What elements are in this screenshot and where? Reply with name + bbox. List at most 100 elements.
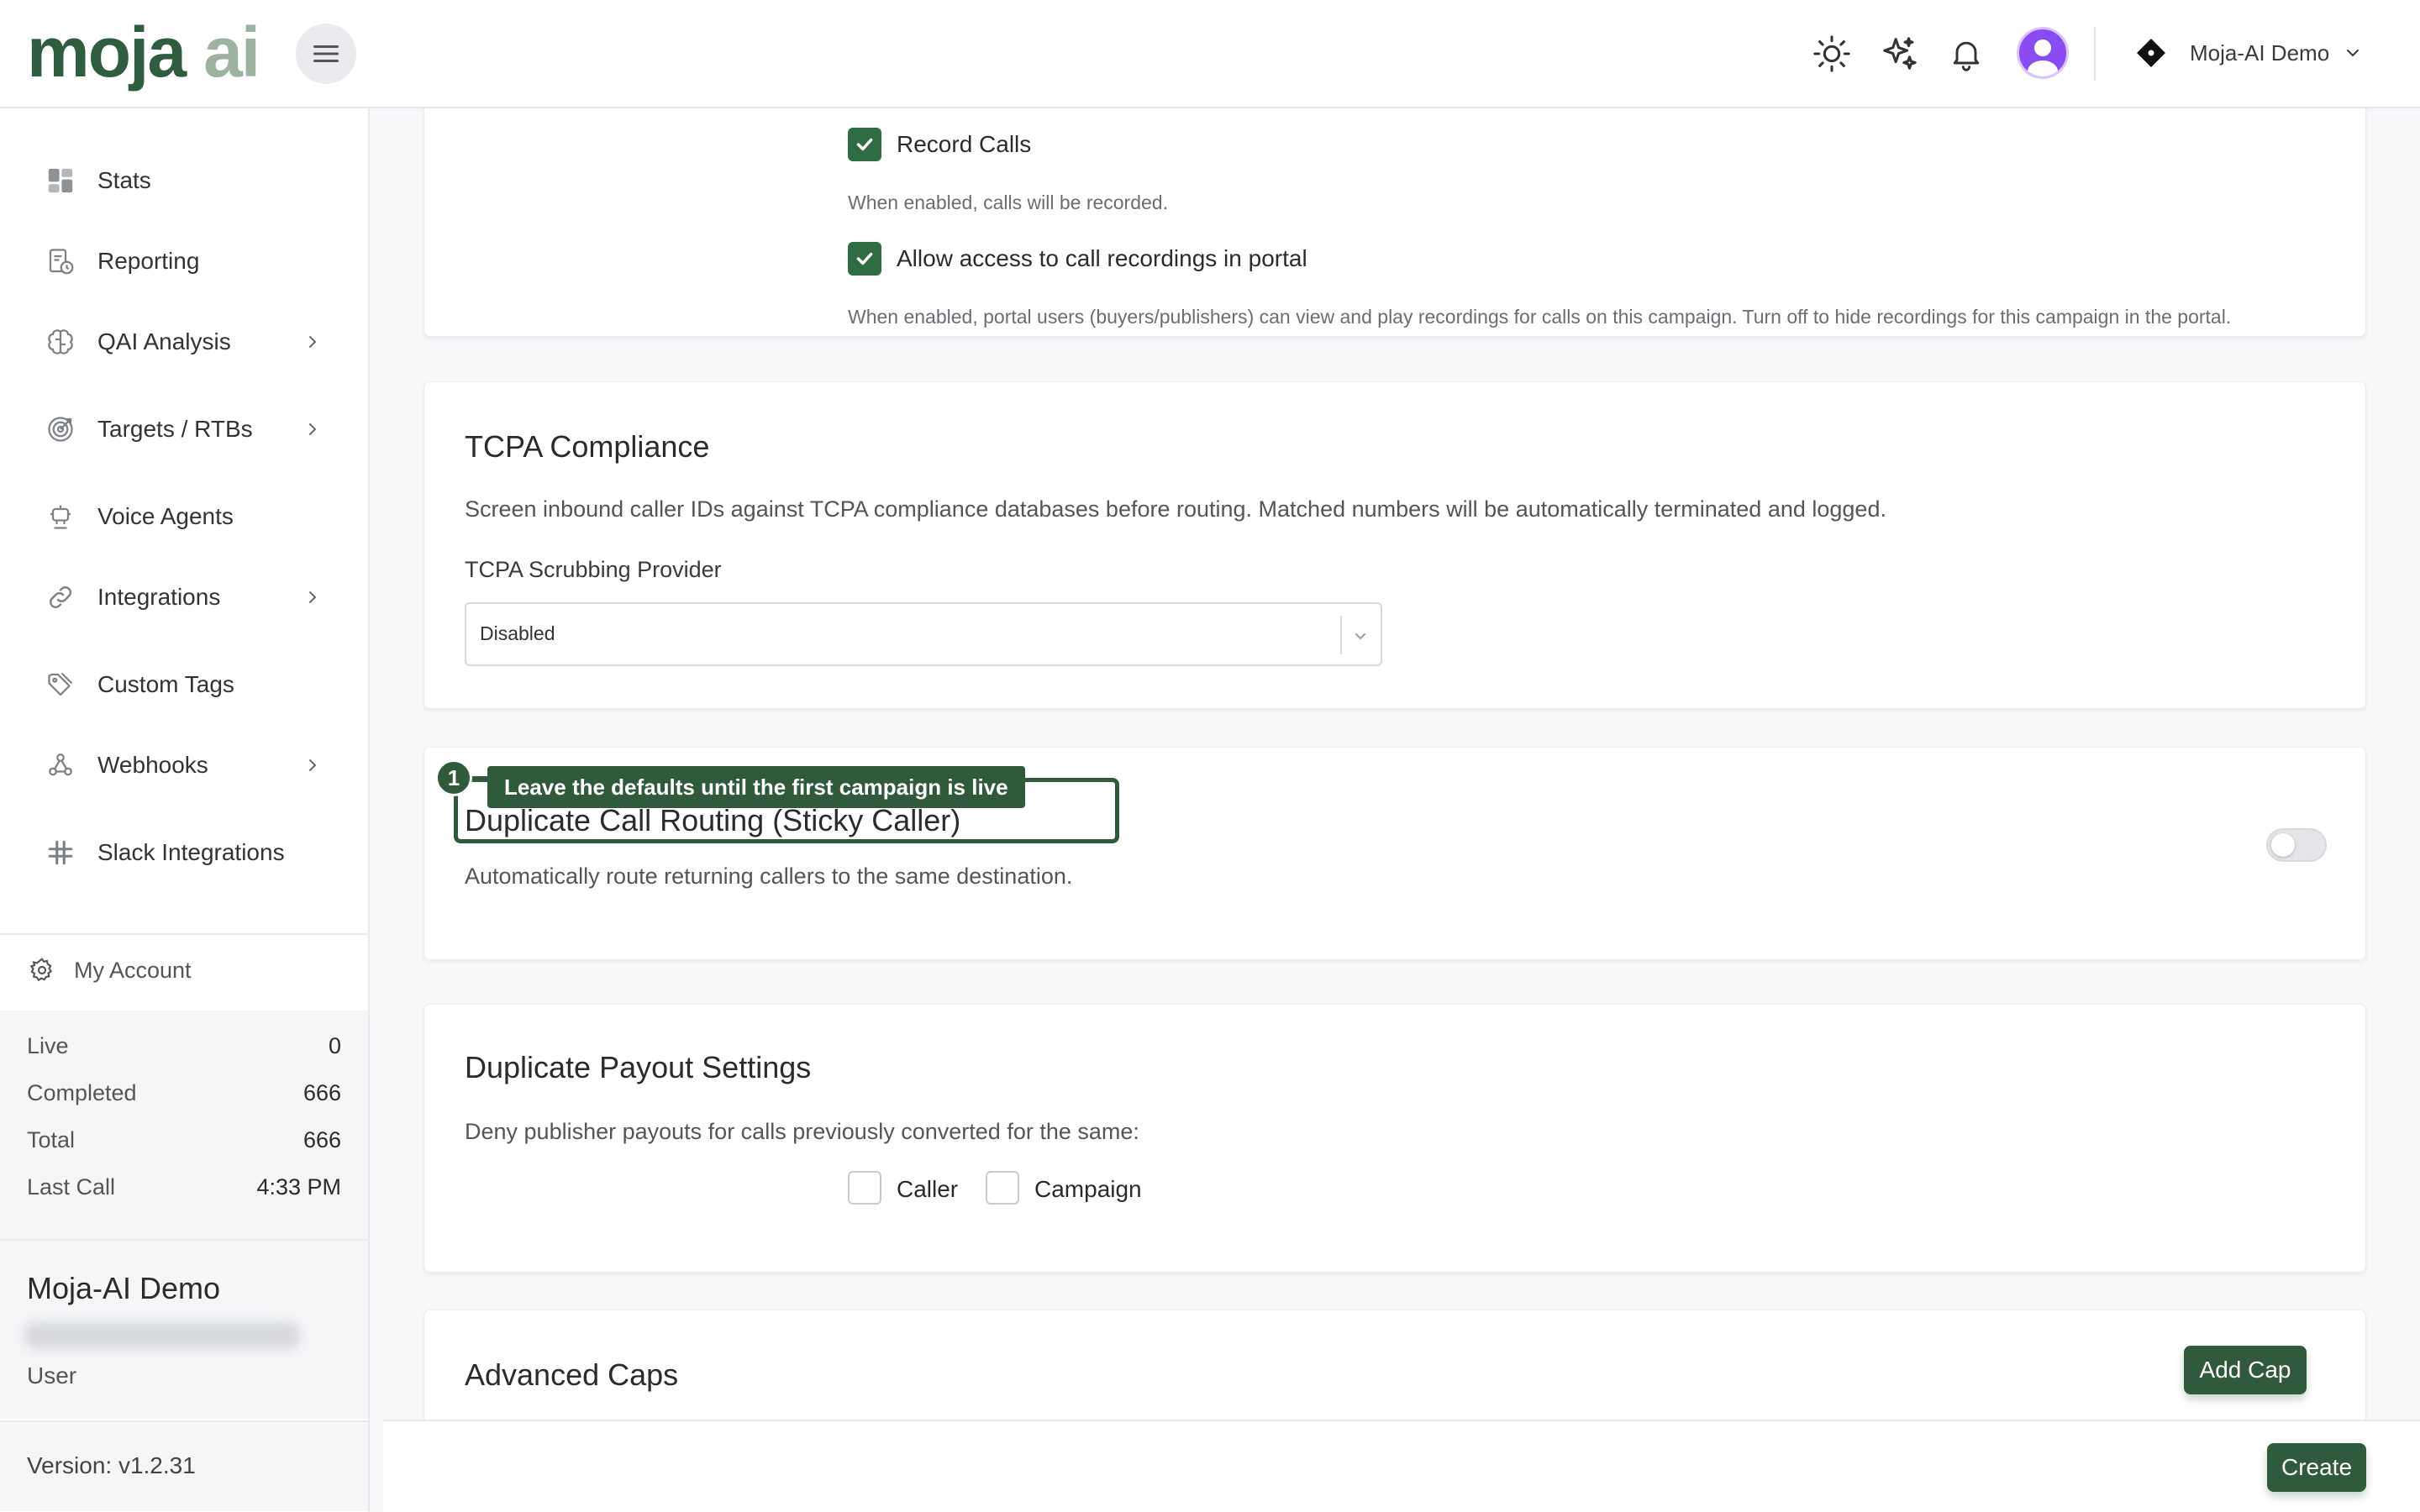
sidebar-item-label: Targets / RTBs — [97, 416, 253, 442]
sidebar-item-webhooks[interactable]: Webhooks — [0, 732, 370, 799]
logo-text-ai: ai — [203, 12, 260, 92]
stat-value: 666 — [302, 1126, 341, 1152]
my-account-link[interactable]: My Account — [0, 933, 370, 1007]
payout-description: Deny publisher payouts for calls previou… — [465, 1119, 1139, 1144]
hamburger-menu-button[interactable] — [296, 24, 356, 84]
org-diamond-icon — [2137, 39, 2165, 67]
chevron-down-icon — [1350, 626, 1370, 646]
chevron-right-icon — [302, 419, 323, 439]
sidebar-item-label: QAI Analysis — [97, 328, 231, 354]
stat-label: Last Call — [27, 1173, 116, 1200]
payout-title: Duplicate Payout Settings — [465, 1050, 812, 1084]
link-icon — [44, 580, 77, 614]
slack-icon — [44, 836, 77, 869]
sidebar-item-slack-integrations[interactable]: Slack Integrations — [0, 819, 370, 886]
org-switcher-name: Moja-AI Demo — [2190, 39, 2330, 66]
tcpa-title: TCPA Compliance — [465, 429, 710, 464]
sidebar-item-custom-tags[interactable]: Custom Tags — [0, 651, 370, 718]
my-account-label: My Account — [74, 957, 192, 983]
tcpa-description: Screen inbound caller IDs against TCPA c… — [465, 496, 1886, 522]
record-calls-help: When enabled, calls will be recorded. — [848, 192, 1168, 213]
chevron-right-icon — [302, 332, 323, 352]
chevron-down-icon — [2347, 50, 2360, 57]
ai-assistant-button[interactable] — [1872, 27, 1926, 81]
stat-label: Live — [27, 1032, 69, 1058]
payout-campaign-label: Campaign — [1034, 1176, 1142, 1202]
sidebar-item-integrations[interactable]: Integrations — [0, 564, 370, 631]
portal-recordings-label: Allow access to call recordings in porta… — [897, 245, 1307, 271]
add-cap-button[interactable]: Add Cap — [2184, 1346, 2307, 1394]
user-email-redacted — [24, 1321, 301, 1350]
stat-last-call: Last Call 4:33 PM — [27, 1170, 341, 1204]
user-avatar[interactable] — [2017, 27, 2069, 79]
header-divider — [2094, 27, 2096, 81]
create-button[interactable]: Create — [2267, 1443, 2366, 1492]
tour-step-badge: 1 — [435, 759, 472, 796]
user-org-name: Moja-AI Demo — [27, 1271, 221, 1305]
portal-recordings-help: When enabled, portal users (buyers/publi… — [848, 306, 2232, 328]
sidebar-item-label: Reporting — [97, 248, 200, 274]
record-calls-checkbox[interactable] — [848, 128, 881, 161]
tcpa-compliance-card: TCPA Compliance Screen inbound caller ID… — [424, 381, 2366, 709]
sidebar-item-targets-rtbs[interactable]: Targets / RTBs — [0, 396, 370, 463]
sidebar-item-label: Custom Tags — [97, 671, 234, 697]
hamburger-icon — [313, 45, 339, 62]
app-version: Version: v1.2.31 — [27, 1452, 196, 1478]
tour-connector — [471, 776, 489, 780]
user-role: User — [27, 1362, 77, 1389]
checkmark-icon — [856, 252, 873, 265]
tags-icon — [44, 668, 77, 701]
checkmark-icon — [856, 138, 873, 151]
theme-toggle-button[interactable] — [1805, 27, 1859, 81]
tcpa-provider-label: TCPA Scrubbing Provider — [465, 557, 722, 582]
report-clock-icon — [44, 244, 77, 278]
bell-icon — [1953, 41, 1980, 71]
stat-total: Total 666 — [27, 1123, 341, 1157]
chevron-right-icon — [302, 587, 323, 607]
sidebar-item-qai-analysis[interactable]: QAI Analysis — [0, 308, 370, 375]
record-calls-label: Record Calls — [897, 131, 1032, 157]
sidebar-item-stats[interactable]: Stats — [0, 147, 370, 214]
stat-live: Live 0 — [27, 1029, 341, 1063]
sidebar-item-label: Voice Agents — [97, 503, 234, 529]
robot-icon — [44, 500, 77, 533]
stat-label: Completed — [27, 1079, 137, 1105]
user-silhouette-icon — [2028, 39, 2058, 76]
user-info-panel: Moja-AI Demo User — [0, 1241, 368, 1419]
top-bar: moja ai Moja-AI Demo — [0, 0, 2420, 108]
sidebar-item-label: Stats — [97, 167, 151, 193]
payout-caller-checkbox[interactable] — [848, 1171, 881, 1205]
brain-icon — [44, 325, 77, 359]
version-panel: Version: v1.2.31 — [0, 1420, 368, 1511]
sidebar-item-label: Slack Integrations — [97, 839, 285, 865]
brand-logo[interactable]: moja ai — [27, 12, 260, 92]
sparkles-icon — [1883, 37, 1917, 70]
chevron-right-icon — [302, 755, 323, 775]
advanced-caps-title: Advanced Caps — [465, 1357, 679, 1392]
org-switcher[interactable]: Moja-AI Demo — [2134, 32, 2361, 74]
portal-recordings-checkbox[interactable] — [848, 242, 881, 276]
recording-settings-card: Record Calls When enabled, calls will be… — [424, 108, 2366, 337]
logo-text-moja: moja — [27, 12, 187, 92]
notifications-button[interactable] — [1939, 27, 1993, 81]
tour-tooltip: Leave the defaults until the first campa… — [487, 766, 1025, 808]
sidebar-item-voice-agents[interactable]: Voice Agents — [0, 483, 370, 550]
stat-label: Total — [27, 1126, 76, 1152]
payout-caller-label: Caller — [897, 1176, 959, 1202]
sidebar: Stats Reporting QAI Analysis Targets / R… — [0, 108, 370, 1512]
sun-icon — [1813, 35, 1850, 72]
stat-value: 4:33 PM — [256, 1173, 341, 1200]
select-divider — [1340, 616, 1342, 654]
sidebar-item-reporting[interactable]: Reporting — [0, 228, 370, 295]
payout-campaign-checkbox[interactable] — [986, 1171, 1019, 1205]
stat-completed: Completed 666 — [27, 1076, 341, 1110]
tcpa-provider-select[interactable]: Disabled — [465, 602, 1382, 666]
tcpa-provider-value: Disabled — [480, 622, 555, 644]
gear-icon — [27, 955, 57, 985]
call-stats-panel: Live 0 Completed 666 Total 666 Last Call… — [0, 1011, 368, 1241]
toggle-knob — [2271, 833, 2295, 857]
stat-value: 0 — [328, 1032, 341, 1058]
sticky-caller-toggle[interactable] — [2266, 828, 2327, 862]
duplicate-payout-card: Duplicate Payout Settings Deny publisher… — [424, 1004, 2366, 1273]
dashboard-icon — [44, 164, 77, 197]
